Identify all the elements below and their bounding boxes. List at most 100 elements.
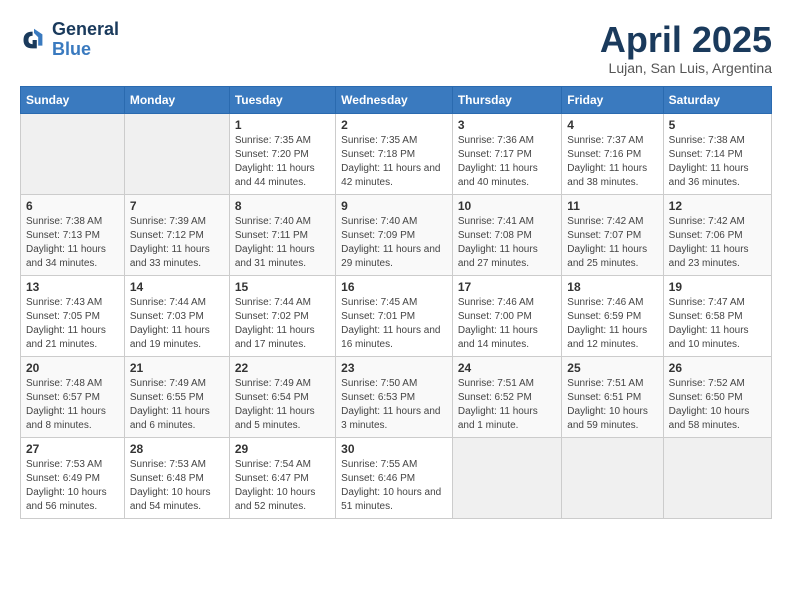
day-info: Sunrise: 7:40 AM Sunset: 7:11 PM Dayligh… (235, 215, 330, 271)
weekday-header-cell: Saturday (663, 86, 771, 113)
sunrise-text: Sunrise: 7:48 AM (26, 377, 119, 391)
sunset-text: Sunset: 6:46 PM (341, 472, 447, 486)
calendar-week-row: 13 Sunrise: 7:43 AM Sunset: 7:05 PM Dayl… (21, 275, 772, 356)
sunrise-text: Sunrise: 7:44 AM (235, 296, 330, 310)
sunset-text: Sunset: 7:06 PM (669, 229, 766, 243)
weekday-header-cell: Sunday (21, 86, 125, 113)
calendar-cell: 23 Sunrise: 7:50 AM Sunset: 6:53 PM Dayl… (336, 356, 453, 437)
sunrise-text: Sunrise: 7:39 AM (130, 215, 224, 229)
daylight-text: Daylight: 11 hours and 19 minutes. (130, 324, 224, 352)
day-number: 30 (341, 442, 447, 456)
logo: General Blue (20, 20, 119, 60)
day-info: Sunrise: 7:52 AM Sunset: 6:50 PM Dayligh… (669, 377, 766, 433)
day-number: 21 (130, 361, 224, 375)
day-number: 10 (458, 199, 556, 213)
calendar-cell: 11 Sunrise: 7:42 AM Sunset: 7:07 PM Dayl… (562, 194, 663, 275)
daylight-text: Daylight: 11 hours and 27 minutes. (458, 243, 556, 271)
sunrise-text: Sunrise: 7:44 AM (130, 296, 224, 310)
sunrise-text: Sunrise: 7:46 AM (567, 296, 657, 310)
calendar-week-row: 6 Sunrise: 7:38 AM Sunset: 7:13 PM Dayli… (21, 194, 772, 275)
day-number: 22 (235, 361, 330, 375)
sunset-text: Sunset: 6:52 PM (458, 391, 556, 405)
calendar-cell: 28 Sunrise: 7:53 AM Sunset: 6:48 PM Dayl… (124, 437, 229, 518)
day-info: Sunrise: 7:51 AM Sunset: 6:51 PM Dayligh… (567, 377, 657, 433)
day-info: Sunrise: 7:53 AM Sunset: 6:48 PM Dayligh… (130, 458, 224, 514)
daylight-text: Daylight: 11 hours and 36 minutes. (669, 162, 766, 190)
sunset-text: Sunset: 7:05 PM (26, 310, 119, 324)
day-info: Sunrise: 7:42 AM Sunset: 7:06 PM Dayligh… (669, 215, 766, 271)
daylight-text: Daylight: 10 hours and 58 minutes. (669, 405, 766, 433)
calendar-cell: 1 Sunrise: 7:35 AM Sunset: 7:20 PM Dayli… (229, 113, 335, 194)
day-info: Sunrise: 7:53 AM Sunset: 6:49 PM Dayligh… (26, 458, 119, 514)
calendar-week-row: 20 Sunrise: 7:48 AM Sunset: 6:57 PM Dayl… (21, 356, 772, 437)
daylight-text: Daylight: 11 hours and 34 minutes. (26, 243, 119, 271)
day-info: Sunrise: 7:48 AM Sunset: 6:57 PM Dayligh… (26, 377, 119, 433)
calendar-cell (124, 113, 229, 194)
sunset-text: Sunset: 7:20 PM (235, 148, 330, 162)
day-number: 20 (26, 361, 119, 375)
daylight-text: Daylight: 11 hours and 21 minutes. (26, 324, 119, 352)
day-number: 4 (567, 118, 657, 132)
daylight-text: Daylight: 10 hours and 56 minutes. (26, 486, 119, 514)
sunset-text: Sunset: 7:18 PM (341, 148, 447, 162)
sunrise-text: Sunrise: 7:42 AM (567, 215, 657, 229)
day-info: Sunrise: 7:46 AM Sunset: 7:00 PM Dayligh… (458, 296, 556, 352)
calendar-cell (452, 437, 561, 518)
day-info: Sunrise: 7:51 AM Sunset: 6:52 PM Dayligh… (458, 377, 556, 433)
sunrise-text: Sunrise: 7:54 AM (235, 458, 330, 472)
calendar-cell: 10 Sunrise: 7:41 AM Sunset: 7:08 PM Dayl… (452, 194, 561, 275)
calendar-week-row: 27 Sunrise: 7:53 AM Sunset: 6:49 PM Dayl… (21, 437, 772, 518)
sunrise-text: Sunrise: 7:47 AM (669, 296, 766, 310)
day-info: Sunrise: 7:44 AM Sunset: 7:03 PM Dayligh… (130, 296, 224, 352)
daylight-text: Daylight: 10 hours and 59 minutes. (567, 405, 657, 433)
calendar-cell: 22 Sunrise: 7:49 AM Sunset: 6:54 PM Dayl… (229, 356, 335, 437)
day-number: 24 (458, 361, 556, 375)
day-info: Sunrise: 7:36 AM Sunset: 7:17 PM Dayligh… (458, 134, 556, 190)
day-info: Sunrise: 7:55 AM Sunset: 6:46 PM Dayligh… (341, 458, 447, 514)
sunrise-text: Sunrise: 7:42 AM (669, 215, 766, 229)
day-info: Sunrise: 7:38 AM Sunset: 7:13 PM Dayligh… (26, 215, 119, 271)
sunrise-text: Sunrise: 7:37 AM (567, 134, 657, 148)
daylight-text: Daylight: 10 hours and 54 minutes. (130, 486, 224, 514)
sunset-text: Sunset: 7:13 PM (26, 229, 119, 243)
sunrise-text: Sunrise: 7:40 AM (235, 215, 330, 229)
sunrise-text: Sunrise: 7:49 AM (130, 377, 224, 391)
sunrise-text: Sunrise: 7:46 AM (458, 296, 556, 310)
day-number: 11 (567, 199, 657, 213)
sunset-text: Sunset: 7:07 PM (567, 229, 657, 243)
sunset-text: Sunset: 7:01 PM (341, 310, 447, 324)
calendar-cell: 5 Sunrise: 7:38 AM Sunset: 7:14 PM Dayli… (663, 113, 771, 194)
sunset-text: Sunset: 6:48 PM (130, 472, 224, 486)
calendar-cell (21, 113, 125, 194)
calendar-title: April 2025 (600, 20, 772, 60)
sunset-text: Sunset: 7:02 PM (235, 310, 330, 324)
daylight-text: Daylight: 11 hours and 8 minutes. (26, 405, 119, 433)
daylight-text: Daylight: 11 hours and 25 minutes. (567, 243, 657, 271)
sunset-text: Sunset: 7:16 PM (567, 148, 657, 162)
day-info: Sunrise: 7:45 AM Sunset: 7:01 PM Dayligh… (341, 296, 447, 352)
daylight-text: Daylight: 11 hours and 10 minutes. (669, 324, 766, 352)
day-info: Sunrise: 7:50 AM Sunset: 6:53 PM Dayligh… (341, 377, 447, 433)
day-number: 12 (669, 199, 766, 213)
sunset-text: Sunset: 7:12 PM (130, 229, 224, 243)
sunset-text: Sunset: 7:14 PM (669, 148, 766, 162)
calendar-cell: 4 Sunrise: 7:37 AM Sunset: 7:16 PM Dayli… (562, 113, 663, 194)
sunrise-text: Sunrise: 7:52 AM (669, 377, 766, 391)
day-info: Sunrise: 7:40 AM Sunset: 7:09 PM Dayligh… (341, 215, 447, 271)
day-number: 28 (130, 442, 224, 456)
daylight-text: Daylight: 11 hours and 31 minutes. (235, 243, 330, 271)
day-number: 7 (130, 199, 224, 213)
daylight-text: Daylight: 11 hours and 5 minutes. (235, 405, 330, 433)
daylight-text: Daylight: 10 hours and 52 minutes. (235, 486, 330, 514)
calendar-cell: 13 Sunrise: 7:43 AM Sunset: 7:05 PM Dayl… (21, 275, 125, 356)
calendar-cell: 29 Sunrise: 7:54 AM Sunset: 6:47 PM Dayl… (229, 437, 335, 518)
sunrise-text: Sunrise: 7:41 AM (458, 215, 556, 229)
sunset-text: Sunset: 6:49 PM (26, 472, 119, 486)
day-number: 3 (458, 118, 556, 132)
daylight-text: Daylight: 11 hours and 16 minutes. (341, 324, 447, 352)
day-info: Sunrise: 7:46 AM Sunset: 6:59 PM Dayligh… (567, 296, 657, 352)
calendar-cell (663, 437, 771, 518)
sunrise-text: Sunrise: 7:43 AM (26, 296, 119, 310)
daylight-text: Daylight: 11 hours and 12 minutes. (567, 324, 657, 352)
sunrise-text: Sunrise: 7:50 AM (341, 377, 447, 391)
